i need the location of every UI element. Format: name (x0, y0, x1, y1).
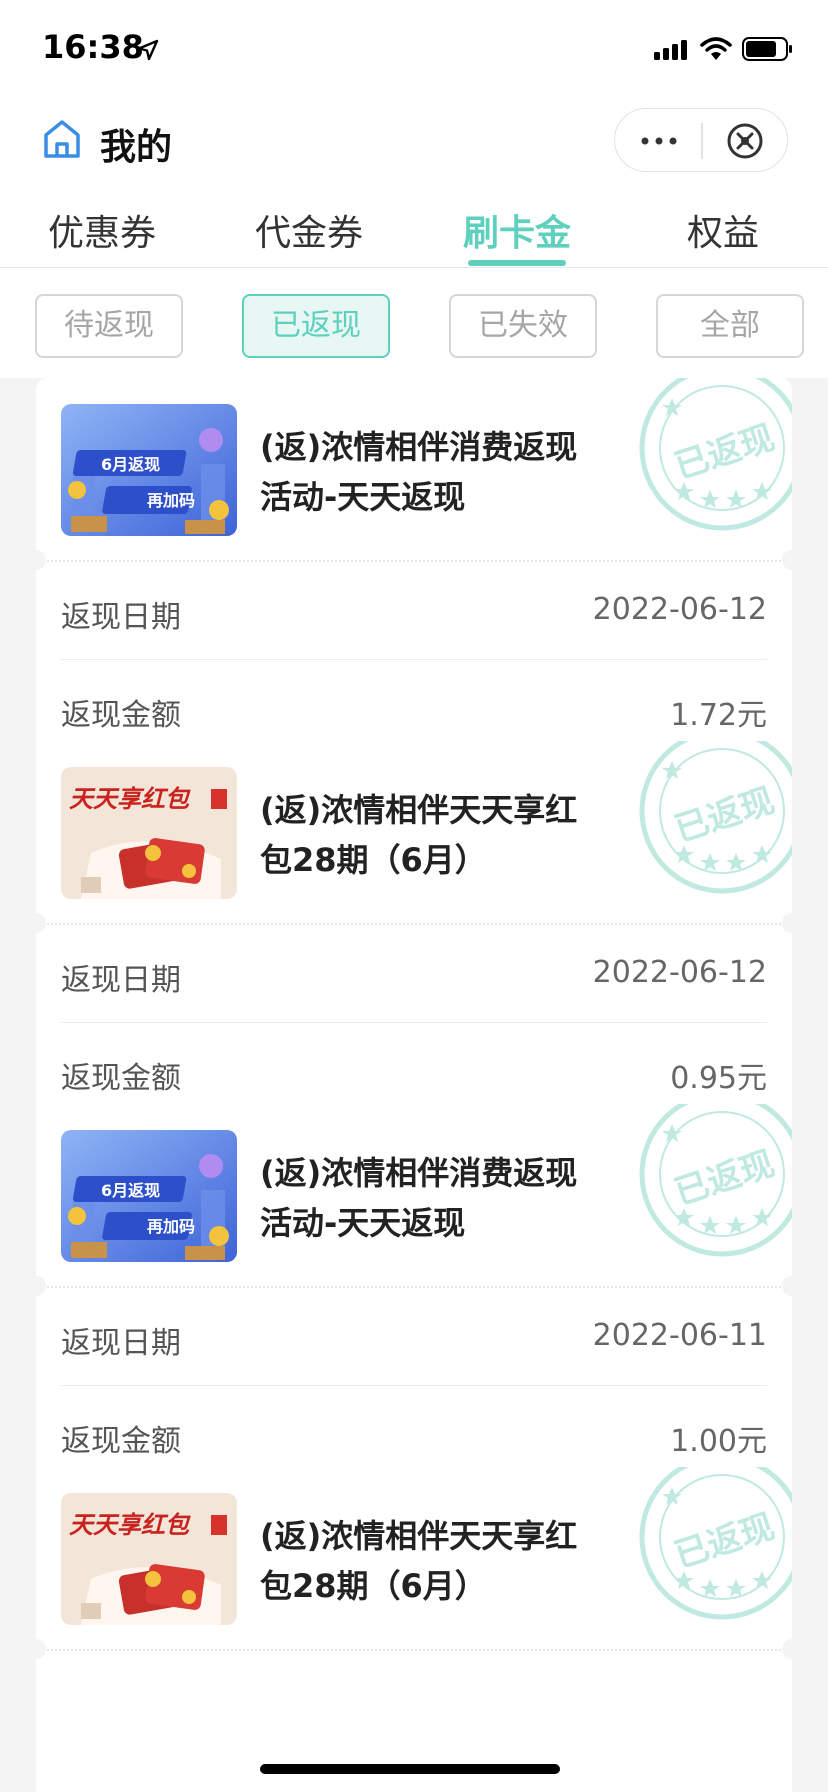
returned-stamp-icon: 已返现 (639, 741, 792, 894)
svg-text:再加码: 再加码 (147, 1217, 195, 1236)
tab-benefits[interactable]: 权益 (648, 204, 798, 256)
stamp-text: 已返现 (670, 418, 779, 488)
card-title: (返)浓情相伴消费返现活动-天天返现 (260, 428, 578, 516)
filter-all[interactable]: 全部 (656, 294, 804, 358)
svg-text:6月返现: 6月返现 (101, 1181, 160, 1200)
capsule-divider (701, 123, 703, 159)
tab-active-indicator (468, 260, 566, 266)
nav-bar: 我的 (0, 100, 828, 188)
returned-stamp-icon: 已返现 (639, 1104, 792, 1257)
page: 16:38 我的 优惠券 代金券 刷卡金 权益 待返现 已返现 已失效 全部 6… (0, 0, 828, 1792)
cashback-amount-label: 返现金额 (61, 1424, 181, 1459)
status-time: 16:38 (42, 28, 144, 66)
more-icon[interactable] (639, 131, 679, 151)
home-indicator (260, 1764, 560, 1774)
cashback-date-label: 返现日期 (61, 600, 181, 635)
wifi-icon (700, 37, 732, 60)
close-icon[interactable] (725, 121, 765, 161)
promo-thumbnail-red-packet: 天天享红包 (61, 767, 237, 899)
cashback-card[interactable]: 天天享红包 (返)浓情相伴天天享红包28期（6月） 已返现返现日期 2022-06-… (36, 741, 792, 1121)
battery-icon (742, 37, 792, 61)
cashback-card[interactable]: 6月返现 再加码 (返)浓情相伴消费返现活动-天天返现 已返现返现日期 2022-0… (36, 378, 792, 758)
card-notch (36, 913, 46, 933)
cashback-list: 6月返现 再加码 (返)浓情相伴消费返现活动-天天返现 已返现 返现日期 2022-0… (0, 378, 828, 1792)
cashback-amount-value: 1.00元 (670, 1424, 767, 1459)
card-notch (782, 1276, 792, 1296)
mini-program-capsule (614, 108, 788, 172)
cashback-date-row: 返现日期 2022-06-12 (61, 925, 767, 1023)
card-thumbnail: 天天享红包 (61, 1493, 237, 1625)
svg-text:天天享红包: 天天享红包 (69, 785, 191, 813)
cashback-card[interactable]: 天天享红包 (返)浓情相伴天天享红包28期（6月） 已返现 (36, 1467, 792, 1792)
card-title: (返)浓情相伴天天享红包28期（6月） (260, 791, 578, 879)
cashback-card[interactable]: 6月返现 再加码 (返)浓情相伴消费返现活动-天天返现 已返现返现日期 2022-0… (36, 1104, 792, 1484)
card-notch (782, 1639, 792, 1659)
cashback-date-value: 2022-06-12 (592, 955, 767, 990)
cashback-date-row: 返现日期 2022-06-11 (61, 1288, 767, 1386)
cashback-amount-label: 返现金额 (61, 1061, 181, 1096)
returned-stamp-icon: 已返现 (639, 1467, 792, 1620)
promo-thumbnail-red-packet: 天天享红包 (61, 1493, 237, 1625)
promo-thumbnail-june-cashback: 6月返现 再加码 (61, 404, 237, 536)
filter-expired[interactable]: 已失效 (449, 294, 597, 358)
card-notch (36, 550, 46, 570)
svg-text:6月返现: 6月返现 (101, 455, 160, 474)
returned-stamp-icon: 已返现 (639, 378, 792, 531)
filter-pending[interactable]: 待返现 (35, 294, 183, 358)
svg-text:天天享红包: 天天享红包 (69, 1511, 191, 1539)
promo-thumbnail-june-cashback: 6月返现 再加码 (61, 1130, 237, 1262)
tab-voucher[interactable]: 代金券 (234, 204, 384, 256)
cashback-date-label: 返现日期 (61, 1326, 181, 1361)
card-notch (782, 550, 792, 570)
cellular-signal-icon (654, 40, 687, 60)
stamp-text: 已返现 (670, 1507, 779, 1577)
card-notch (36, 1276, 46, 1296)
stamp-text: 已返现 (670, 781, 779, 851)
card-thumbnail: 6月返现 再加码 (61, 1130, 237, 1262)
cashback-date-value: 2022-06-11 (592, 1318, 767, 1353)
stamp-text: 已返现 (670, 1144, 779, 1214)
card-title: (返)浓情相伴消费返现活动-天天返现 (260, 1154, 578, 1242)
home-icon[interactable] (42, 118, 82, 160)
card-notch (36, 1639, 46, 1659)
card-title: (返)浓情相伴天天享红包28期（6月） (260, 1517, 578, 1605)
card-divider (36, 1649, 792, 1651)
status-bar: 16:38 (0, 0, 828, 100)
cashback-amount-value: 1.72元 (670, 698, 767, 733)
card-notch (782, 913, 792, 933)
cashback-amount-value: 0.95元 (670, 1061, 767, 1096)
card-thumbnail: 天天享红包 (61, 767, 237, 899)
location-arrow-icon (137, 39, 159, 61)
cashback-date-row: 返现日期 2022-06-12 (61, 562, 767, 660)
cashback-date-value: 2022-06-12 (592, 592, 767, 627)
cashback-date-label: 返现日期 (61, 963, 181, 998)
svg-text:再加码: 再加码 (147, 491, 195, 510)
tab-bar: 优惠券 代金券 刷卡金 权益 (0, 188, 828, 268)
filter-bar: 待返现 已返现 已失效 全部 (0, 268, 828, 378)
filter-returned[interactable]: 已返现 (242, 294, 390, 358)
card-thumbnail: 6月返现 再加码 (61, 404, 237, 536)
cashback-amount-label: 返现金额 (61, 698, 181, 733)
page-title: 我的 (100, 127, 173, 168)
tab-card-cashback[interactable]: 刷卡金 (442, 204, 592, 256)
tab-coupon[interactable]: 优惠券 (27, 204, 177, 256)
